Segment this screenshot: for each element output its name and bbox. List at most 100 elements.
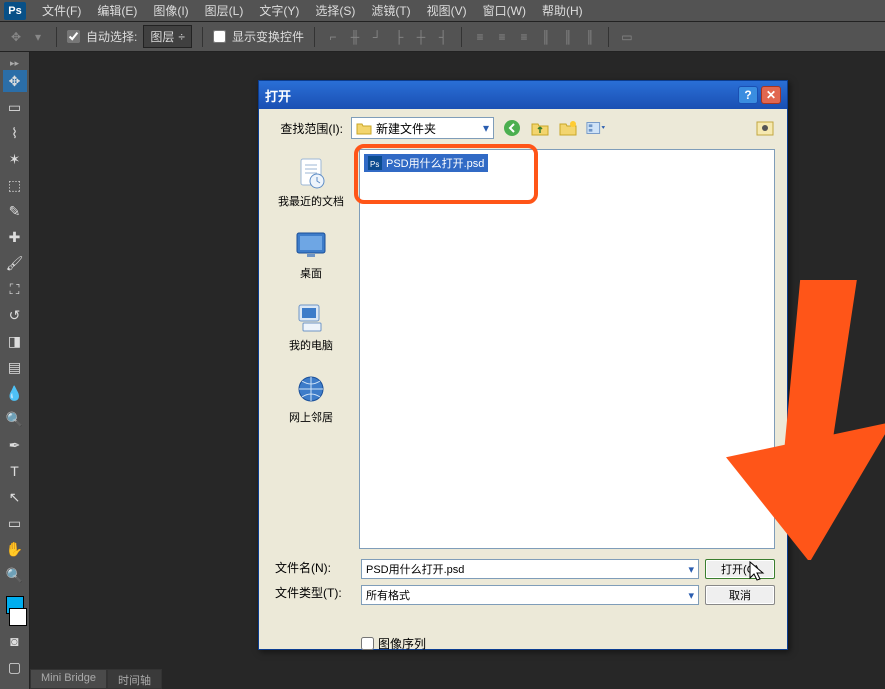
distribute-icon[interactable]: ║ <box>538 29 554 45</box>
align-bottom-icon[interactable]: ┘ <box>369 29 385 45</box>
lasso-tool[interactable]: ⌇ <box>3 122 27 144</box>
cancel-button[interactable]: 取消 <box>705 585 775 605</box>
menu-view[interactable]: 视图(V) <box>419 0 475 21</box>
image-sequence-checkbox[interactable] <box>361 637 374 650</box>
help-button[interactable]: ? <box>738 86 758 104</box>
svg-text:Ps: Ps <box>370 160 379 169</box>
view-menu-button[interactable] <box>586 118 606 138</box>
new-folder-button[interactable] <box>558 118 578 138</box>
filename-combobox[interactable]: PSD用什么打开.psd ▾ <box>361 559 699 579</box>
align-hcenter-icon[interactable]: ┼ <box>413 29 429 45</box>
align-vcenter-icon[interactable]: ╫ <box>347 29 363 45</box>
blur-tool[interactable]: 💧 <box>3 382 27 404</box>
dialog-body: 查找范围(I): 新建文件夹 ▾ 我最近的文档 <box>259 109 787 649</box>
distribute-icon[interactable]: ≡ <box>516 29 532 45</box>
brush-tool[interactable]: 🖌 <box>3 252 27 274</box>
auto-select-checkbox[interactable] <box>67 30 80 43</box>
filename-value: PSD用什么打开.psd <box>366 561 464 577</box>
chevron-down-icon: ▾ <box>688 563 694 576</box>
show-transform-checkbox[interactable] <box>213 30 226 43</box>
place-network[interactable]: 网上邻居 <box>271 371 351 425</box>
close-button[interactable]: ✕ <box>761 86 781 104</box>
place-recent[interactable]: 我最近的文档 <box>271 155 351 209</box>
place-mycomputer-label: 我的电脑 <box>289 337 333 353</box>
menu-layer[interactable]: 图层(L) <box>197 0 252 21</box>
zoom-tool[interactable]: 🔍 <box>3 564 27 586</box>
file-item-selected[interactable]: Ps PSD用什么打开.psd <box>364 154 488 172</box>
menu-help[interactable]: 帮助(H) <box>534 0 591 21</box>
filetype-label: 文件类型(T): <box>275 584 355 601</box>
image-sequence-row: 图像序列 <box>361 635 775 652</box>
crop-tool[interactable]: ⬚ <box>3 174 27 196</box>
dodge-tool[interactable]: 🔍 <box>3 408 27 430</box>
back-button[interactable] <box>502 118 522 138</box>
panel-collapse-icon[interactable]: ▸▸ <box>4 58 26 66</box>
desktop-icon <box>293 227 329 263</box>
menu-select[interactable]: 选择(S) <box>307 0 363 21</box>
auto-select-label: 自动选择: <box>86 28 137 45</box>
image-sequence-label: 图像序列 <box>378 635 426 652</box>
separator <box>56 27 57 47</box>
distribute-icon[interactable]: ≡ <box>494 29 510 45</box>
menu-file[interactable]: 文件(F) <box>34 0 89 21</box>
align-right-icon[interactable]: ┤ <box>435 29 451 45</box>
auto-select-value: 图层 <box>150 28 174 45</box>
stamp-tool[interactable]: ⛶ <box>3 278 27 300</box>
path-tool[interactable]: ↖ <box>3 486 27 508</box>
gradient-tool[interactable]: ▤ <box>3 356 27 378</box>
distribute-icon[interactable]: ≡ <box>472 29 488 45</box>
app-logo: Ps <box>4 2 26 20</box>
eyedropper-tool[interactable]: ✎ <box>3 200 27 222</box>
menu-bar: Ps 文件(F) 编辑(E) 图像(I) 图层(L) 文字(Y) 选择(S) 滤… <box>0 0 885 22</box>
screen-mode-toggle[interactable]: ▢ <box>3 656 27 678</box>
move-tool[interactable]: ✥ <box>3 70 27 92</box>
background-color-swatch[interactable] <box>9 608 27 626</box>
eraser-tool[interactable]: ◨ <box>3 330 27 352</box>
hand-tool[interactable]: ✋ <box>3 538 27 560</box>
dialog-titlebar[interactable]: 打开 ? ✕ <box>259 81 787 109</box>
distribute-icon[interactable]: ║ <box>560 29 576 45</box>
quickmask-toggle[interactable]: ◙ <box>3 630 27 652</box>
align-left-icon[interactable]: ├ <box>391 29 407 45</box>
arrange-icon[interactable]: ▭ <box>619 29 635 45</box>
history-brush-tool[interactable]: ↺ <box>3 304 27 326</box>
file-list[interactable]: Ps PSD用什么打开.psd <box>359 149 775 549</box>
type-tool[interactable]: T <box>3 460 27 482</box>
show-transform-label: 显示变换控件 <box>232 28 304 45</box>
look-in-value: 新建文件夹 <box>376 120 436 137</box>
photoshop-app-window: Ps 文件(F) 编辑(E) 图像(I) 图层(L) 文字(Y) 选择(S) 滤… <box>0 0 885 689</box>
chevron-down-icon: ▾ <box>483 121 489 135</box>
mycomputer-icon <box>293 299 329 335</box>
tab-mini-bridge[interactable]: Mini Bridge <box>30 669 107 689</box>
place-recent-label: 我最近的文档 <box>278 193 344 209</box>
menu-type[interactable]: 文字(Y) <box>251 0 307 21</box>
look-in-combobox[interactable]: 新建文件夹 ▾ <box>351 117 494 139</box>
marquee-tool[interactable]: ▭ <box>3 96 27 118</box>
tab-timeline[interactable]: 时间轴 <box>107 669 162 689</box>
pin-icon[interactable] <box>755 118 775 138</box>
healing-tool[interactable]: ✚ <box>3 226 27 248</box>
pen-tool[interactable]: ✒ <box>3 434 27 456</box>
open-button[interactable]: 打开(O) <box>705 559 775 579</box>
chevron-down-icon[interactable]: ▾ <box>30 29 46 45</box>
filetype-combobox[interactable]: 所有格式 ▾ <box>361 585 699 605</box>
wand-tool[interactable]: ✶ <box>3 148 27 170</box>
distribute-icon[interactable]: ║ <box>582 29 598 45</box>
open-dialog: 打开 ? ✕ 查找范围(I): 新建文件夹 ▾ <box>258 80 788 650</box>
place-mycomputer[interactable]: 我的电脑 <box>271 299 351 353</box>
menu-filter[interactable]: 滤镜(T) <box>363 0 418 21</box>
up-folder-button[interactable] <box>530 118 550 138</box>
auto-select-dropdown[interactable]: 图层 ÷ <box>143 25 192 48</box>
shape-tool[interactable]: ▭ <box>3 512 27 534</box>
place-desktop-label: 桌面 <box>300 265 322 281</box>
menu-window[interactable]: 窗口(W) <box>475 0 534 21</box>
tools-panel: ▸▸ ✥ ▭ ⌇ ✶ ⬚ ✎ ✚ 🖌 ⛶ ↺ ◨ ▤ 💧 🔍 ✒ T ↖ ▭ ✋… <box>0 52 30 689</box>
menu-image[interactable]: 图像(I) <box>145 0 196 21</box>
psd-file-icon: Ps <box>368 156 382 170</box>
place-desktop[interactable]: 桌面 <box>271 227 351 281</box>
menu-edit[interactable]: 编辑(E) <box>89 0 145 21</box>
separator <box>202 27 203 47</box>
align-top-icon[interactable]: ⌐ <box>325 29 341 45</box>
network-icon <box>293 371 329 407</box>
filetype-value: 所有格式 <box>366 587 410 603</box>
